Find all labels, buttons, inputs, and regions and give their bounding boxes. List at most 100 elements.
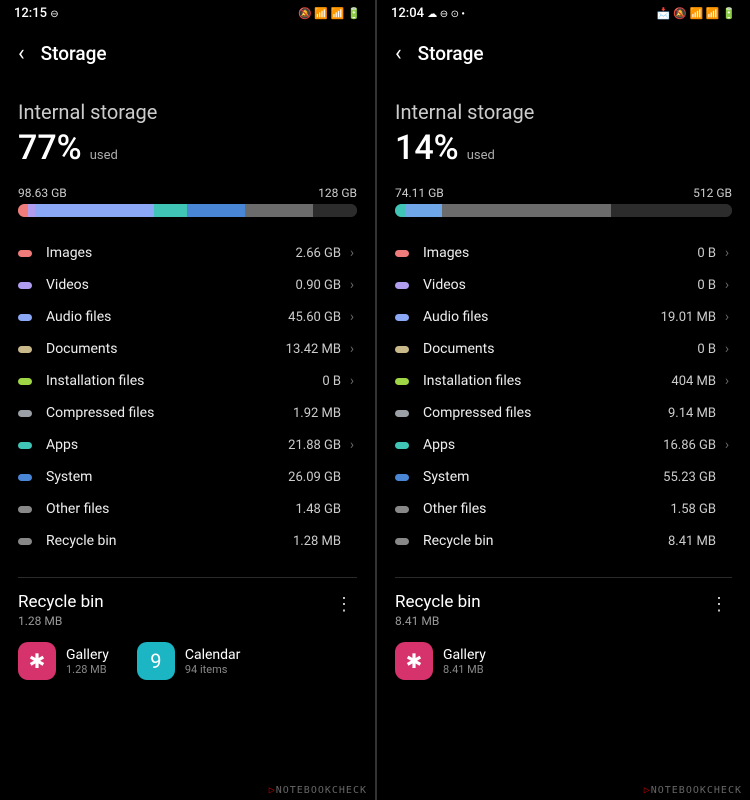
chevron-right-icon: › (347, 437, 357, 453)
divider (395, 577, 732, 578)
header: ‹ Storage (0, 27, 375, 76)
category-row: Compressed files 1.92 MB (18, 397, 357, 429)
category-name: Recycle bin (423, 533, 668, 549)
category-row[interactable]: Images 2.66 GB › (18, 237, 357, 269)
category-name: Documents (423, 341, 697, 357)
category-row: Other files 1.58 GB (395, 493, 732, 525)
chevron-right-icon: › (722, 245, 732, 261)
recycle-app-item[interactable]: 9 Calendar 94 items (137, 642, 241, 680)
chevron-right-icon: › (347, 309, 357, 325)
chevron-right-icon: › (722, 437, 732, 453)
category-list: Images 2.66 GB › Videos 0.90 GB › Audio … (18, 237, 357, 557)
percent-used: 14% (395, 128, 459, 168)
category-size: 0 B (697, 342, 716, 357)
category-row[interactable]: Installation files 0 B › (18, 365, 357, 397)
chevron-right-icon: › (722, 309, 732, 325)
category-dot-icon (18, 282, 32, 289)
category-row: Other files 1.48 GB (18, 493, 357, 525)
category-dot-icon (18, 346, 32, 353)
category-size: 0 B (697, 246, 716, 261)
category-row[interactable]: Apps 16.86 GB › (395, 429, 732, 461)
category-dot-icon (395, 474, 409, 481)
chevron-right-icon: › (722, 277, 732, 293)
category-row[interactable]: Videos 0 B › (395, 269, 732, 301)
chevron-right-icon: › (347, 245, 357, 261)
category-name: Installation files (46, 373, 322, 389)
recycle-app-item[interactable]: ✱ Gallery 1.28 MB (18, 642, 109, 680)
recycle-app-item[interactable]: ✱ Gallery 8.41 MB (395, 642, 486, 680)
category-size: 1.48 GB (295, 502, 341, 517)
category-dot-icon (395, 314, 409, 321)
category-dot-icon (18, 250, 32, 257)
category-row[interactable]: Installation files 404 MB › (395, 365, 732, 397)
percent-used: 77% (18, 128, 82, 168)
category-row[interactable]: Apps 21.88 GB › (18, 429, 357, 461)
category-row[interactable]: Documents 13.42 MB › (18, 333, 357, 365)
category-size: 1.58 GB (670, 502, 716, 517)
category-size: 0 B (322, 374, 341, 389)
category-name: Audio files (423, 309, 661, 325)
page-title: Storage (41, 42, 107, 65)
app-subtext: 94 items (185, 663, 241, 676)
header: ‹ Storage (377, 27, 750, 76)
category-row: System 55.23 GB (395, 461, 732, 493)
category-name: Videos (423, 277, 697, 293)
category-size: 1.28 MB (293, 534, 341, 549)
back-icon[interactable]: ‹ (18, 41, 25, 66)
chevron-right-icon: › (347, 373, 357, 389)
category-dot-icon (18, 506, 32, 513)
app-icon: 9 (137, 642, 175, 680)
category-dot-icon (395, 538, 409, 545)
recycle-bin-title[interactable]: Recycle bin (18, 592, 104, 612)
category-name: Other files (46, 501, 295, 517)
total-size: 512 GB (693, 186, 732, 200)
category-name: Documents (46, 341, 286, 357)
app-name: Calendar (185, 647, 241, 663)
category-dot-icon (395, 282, 409, 289)
category-name: Images (423, 245, 697, 261)
category-row: Recycle bin 1.28 MB (18, 525, 357, 557)
category-name: Compressed files (46, 405, 293, 421)
category-dot-icon (395, 378, 409, 385)
used-label: used (467, 148, 495, 163)
back-icon[interactable]: ‹ (395, 41, 402, 66)
status-bar: 12:15 ⊖ 🔕 📶 📶 🔋 (0, 0, 375, 27)
category-dot-icon (18, 378, 32, 385)
category-name: Installation files (423, 373, 671, 389)
category-name: Videos (46, 277, 295, 293)
status-bar: 12:04 ☁ ⊖ ⊙ • 📩 🔕 📶 📶 🔋 (377, 0, 750, 27)
category-name: System (46, 469, 288, 485)
category-row[interactable]: Audio files 45.60 GB › (18, 301, 357, 333)
app-name: Gallery (66, 647, 109, 663)
section-title: Internal storage (18, 100, 357, 124)
category-row[interactable]: Documents 0 B › (395, 333, 732, 365)
more-icon[interactable]: ⋮ (331, 592, 357, 617)
category-row[interactable]: Videos 0.90 GB › (18, 269, 357, 301)
category-row[interactable]: Audio files 19.01 MB › (395, 301, 732, 333)
category-name: Images (46, 245, 295, 261)
category-dot-icon (18, 538, 32, 545)
category-size: 2.66 GB (295, 246, 341, 261)
category-name: Other files (423, 501, 670, 517)
category-size: 13.42 MB (286, 342, 341, 357)
category-row[interactable]: Images 0 B › (395, 237, 732, 269)
category-dot-icon (18, 410, 32, 417)
more-icon[interactable]: ⋮ (706, 592, 732, 617)
recycle-bin-title[interactable]: Recycle bin (395, 592, 481, 612)
category-name: Recycle bin (46, 533, 293, 549)
category-size: 1.92 MB (293, 406, 341, 421)
recycle-bin-size: 8.41 MB (395, 614, 481, 628)
category-dot-icon (395, 506, 409, 513)
category-size: 16.86 GB (663, 438, 716, 453)
chevron-right-icon: › (347, 341, 357, 357)
status-icons: 🔕 📶 📶 🔋 (298, 7, 361, 20)
total-size: 128 GB (318, 186, 357, 200)
used-size: 98.63 GB (18, 186, 67, 200)
category-size: 19.01 MB (661, 310, 716, 325)
category-row: Recycle bin 8.41 MB (395, 525, 732, 557)
category-list: Images 0 B › Videos 0 B › Audio files 19… (395, 237, 732, 557)
category-size: 45.60 GB (288, 310, 341, 325)
category-dot-icon (18, 442, 32, 449)
category-size: 8.41 MB (668, 534, 716, 549)
category-name: System (423, 469, 663, 485)
